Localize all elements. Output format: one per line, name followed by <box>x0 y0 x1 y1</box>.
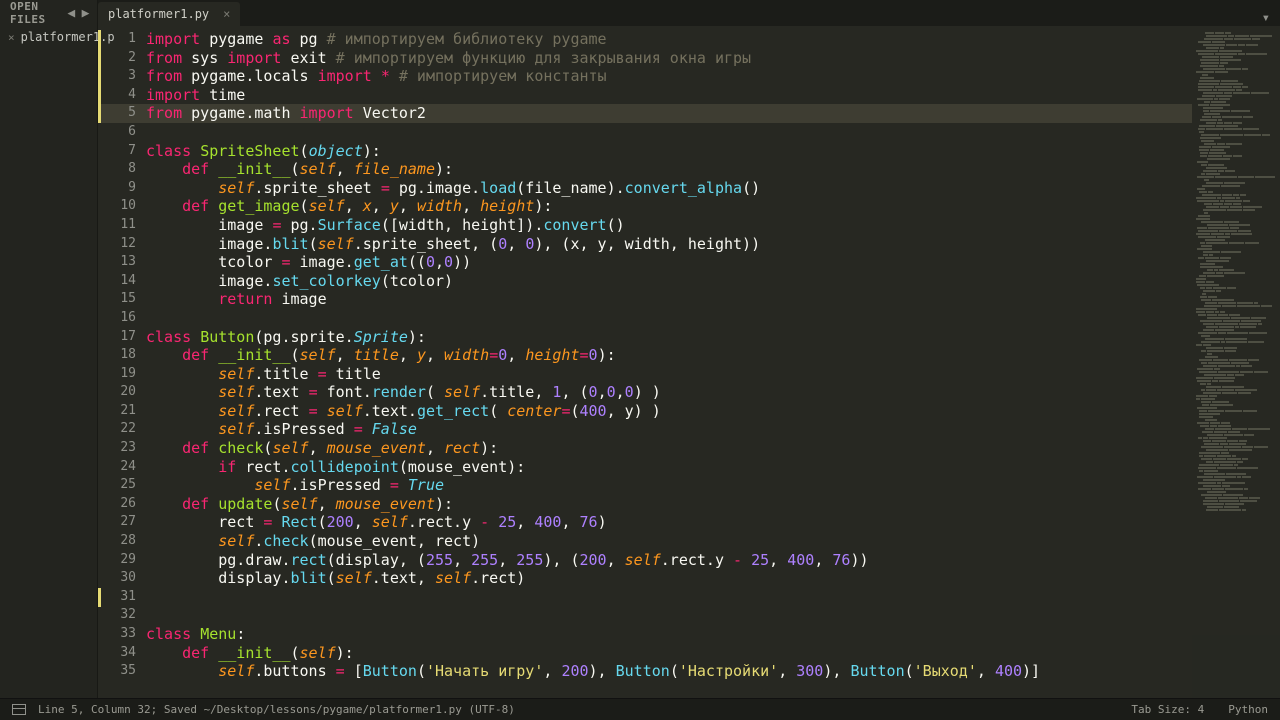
code-line[interactable]: self.title = title <box>146 365 1192 384</box>
code-line[interactable]: if rect.collidepoint(mouse_event): <box>146 458 1192 477</box>
code-line[interactable]: def get_image(self, x, y, width, height)… <box>146 197 1192 216</box>
line-number: 21 <box>98 402 146 421</box>
line-number: 3 <box>98 67 146 86</box>
line-number: 4 <box>98 86 146 105</box>
code-line[interactable]: display.blit(self.text, self.rect) <box>146 569 1192 588</box>
tab-title: platformer1.py <box>108 7 209 21</box>
code-line[interactable]: from pygame.math import Vector2 <box>146 104 1192 123</box>
line-number: 11 <box>98 216 146 235</box>
prev-arrow-icon[interactable]: ◀ <box>64 6 78 21</box>
tab-bar: platformer1.py × ▾ <box>98 0 1280 26</box>
close-icon[interactable]: × <box>8 31 15 44</box>
code-line[interactable]: def update(self, mouse_event): <box>146 495 1192 514</box>
line-number: 27 <box>98 513 146 532</box>
line-number: 17 <box>98 328 146 347</box>
line-number: 16 <box>98 309 146 328</box>
code-line[interactable]: from sys import exit # импортируем функц… <box>146 49 1192 68</box>
status-language[interactable]: Python <box>1228 703 1268 716</box>
code-line[interactable]: def __init__(self, file_name): <box>146 160 1192 179</box>
code-line[interactable]: self.check(mouse_event, rect) <box>146 532 1192 551</box>
editor-window: OPEN FILES ◀ ▶ × platformer1.p platforme… <box>0 0 1280 698</box>
line-number: 8 <box>98 160 146 179</box>
line-number: 6 <box>98 123 146 142</box>
line-number: 10 <box>98 197 146 216</box>
line-number: 1 <box>98 30 146 49</box>
code-line[interactable]: self.rect = self.text.get_rect( center=(… <box>146 402 1192 421</box>
code-line[interactable]: class Button(pg.sprite.Sprite): <box>146 328 1192 347</box>
code-line[interactable]: from pygame.locals import * # импортируе… <box>146 67 1192 86</box>
code-line[interactable]: import pygame as pg # импортируем библио… <box>146 30 1192 49</box>
code-line[interactable]: pg.draw.rect(display, (255, 255, 255), (… <box>146 551 1192 570</box>
open-files-title: OPEN FILES <box>4 0 64 26</box>
line-number: 15 <box>98 290 146 309</box>
code-line[interactable]: self.buttons = [Button('Начать игру', 20… <box>146 662 1192 681</box>
line-number: 9 <box>98 179 146 198</box>
code-line[interactable] <box>146 123 1192 142</box>
tab-active[interactable]: platformer1.py × <box>98 2 240 26</box>
code-text[interactable]: import pygame as pg # импортируем библио… <box>146 26 1192 698</box>
line-number: 28 <box>98 532 146 551</box>
line-number: 32 <box>98 606 146 625</box>
code-line[interactable]: class Menu: <box>146 625 1192 644</box>
line-number: 23 <box>98 439 146 458</box>
line-number: 24 <box>98 458 146 477</box>
line-number: 35 <box>98 662 146 681</box>
line-number: 22 <box>98 420 146 439</box>
line-number: 14 <box>98 272 146 291</box>
console-icon[interactable] <box>12 704 26 715</box>
status-left: Line 5, Column 32; Saved ~/Desktop/lesso… <box>38 703 515 716</box>
code-line[interactable]: import time <box>146 86 1192 105</box>
line-number: 13 <box>98 253 146 272</box>
code-line[interactable]: image.set_colorkey(tcolor) <box>146 272 1192 291</box>
main-pane: platformer1.py × ▾ 123456789101112131415… <box>98 0 1280 698</box>
open-files-header: OPEN FILES ◀ ▶ <box>0 0 97 26</box>
code-line[interactable]: self.sprite_sheet = pg.image.load(file_n… <box>146 179 1192 198</box>
code-line[interactable] <box>146 588 1192 607</box>
line-number: 31 <box>98 588 146 607</box>
code-line[interactable]: image.blit(self.sprite_sheet, (0, 0), (x… <box>146 235 1192 254</box>
line-number: 26 <box>98 495 146 514</box>
line-number: 33 <box>98 625 146 644</box>
next-arrow-icon[interactable]: ▶ <box>79 6 93 21</box>
line-number: 2 <box>98 49 146 68</box>
sidebar: OPEN FILES ◀ ▶ × platformer1.p <box>0 0 98 698</box>
code-line[interactable]: def check(self, mouse_event, rect): <box>146 439 1192 458</box>
code-line[interactable]: return image <box>146 290 1192 309</box>
open-file-item[interactable]: × platformer1.p <box>0 26 97 48</box>
line-number: 18 <box>98 346 146 365</box>
code-line[interactable] <box>146 606 1192 625</box>
line-number: 29 <box>98 551 146 570</box>
code-line[interactable]: self.text = font.render( self.title, 1, … <box>146 383 1192 402</box>
line-number: 34 <box>98 644 146 663</box>
line-number: 20 <box>98 383 146 402</box>
line-number: 30 <box>98 569 146 588</box>
line-number: 19 <box>98 365 146 384</box>
tab-menu-icon[interactable]: ▾ <box>1252 10 1280 26</box>
code-line[interactable]: tcolor = image.get_at((0,0)) <box>146 253 1192 272</box>
code-line[interactable]: self.isPressed = True <box>146 476 1192 495</box>
line-gutter: 1234567891011121314151617181920212223242… <box>98 26 146 698</box>
code-line[interactable] <box>146 309 1192 328</box>
code-line[interactable]: def __init__(self): <box>146 644 1192 663</box>
code-line[interactable]: rect = Rect(200, self.rect.y - 25, 400, … <box>146 513 1192 532</box>
line-number: 25 <box>98 476 146 495</box>
code-line[interactable]: class SpriteSheet(object): <box>146 142 1192 161</box>
code-line[interactable]: def __init__(self, title, y, width=0, he… <box>146 346 1192 365</box>
status-bar: Line 5, Column 32; Saved ~/Desktop/lesso… <box>0 698 1280 720</box>
tab-close-icon[interactable]: × <box>223 7 230 21</box>
code-area[interactable]: 1234567891011121314151617181920212223242… <box>98 26 1280 698</box>
status-tab-size[interactable]: Tab Size: 4 <box>1131 703 1204 716</box>
code-line[interactable]: self.isPressed = False <box>146 420 1192 439</box>
code-line[interactable]: image = pg.Surface([width, height]).conv… <box>146 216 1192 235</box>
line-number: 7 <box>98 142 146 161</box>
line-number: 5 <box>98 104 146 123</box>
minimap[interactable] <box>1192 26 1280 698</box>
line-number: 12 <box>98 235 146 254</box>
